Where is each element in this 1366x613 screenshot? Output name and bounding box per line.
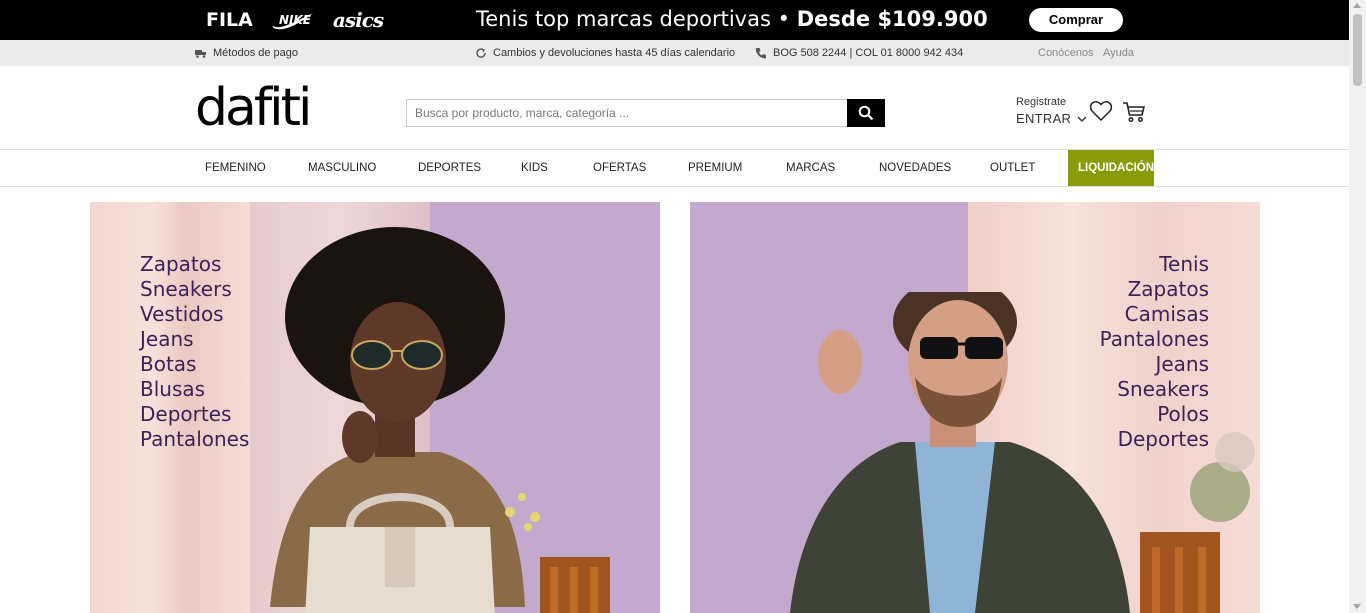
main-nav: FEMENINO MASCULINO DEPORTES KIDS OFERTAS… <box>0 150 1349 187</box>
men-category-zapatos[interactable]: Zapatos <box>1100 277 1209 302</box>
men-category-tenis[interactable]: Tenis <box>1100 252 1209 277</box>
wishlist-heart-icon[interactable] <box>1089 99 1113 123</box>
women-category-blusas[interactable]: Blusas <box>140 377 249 402</box>
nav-item-masculino[interactable]: MASCULINO <box>308 150 376 186</box>
phone-label: BOG 508 2244 | COL 01 8000 942 434 <box>773 47 964 59</box>
nike-swoosh-icon: NIKE <box>272 13 313 30</box>
fila-logo: FILA <box>206 9 253 31</box>
page-scrollbar[interactable] <box>1349 0 1366 613</box>
nav-item-liquidacion[interactable]: LIQUIDACIÓN <box>1068 150 1154 186</box>
chevron-down-icon <box>1077 116 1087 122</box>
nav-item-novedades[interactable]: NOVEDADES <box>879 150 951 186</box>
men-category-pantalones[interactable]: Pantalones <box>1100 327 1209 352</box>
nav-item-premium[interactable]: PREMIUM <box>688 150 742 186</box>
truck-icon <box>195 50 206 58</box>
nav-item-marcas[interactable]: MARCAS <box>786 150 835 186</box>
men-category-sneakers[interactable]: Sneakers <box>1100 377 1209 402</box>
women-category-deportes[interactable]: Deportes <box>140 402 249 427</box>
promo-banner[interactable]: FILA NIKE asics Tenis top marcas deporti… <box>0 0 1349 40</box>
search-button[interactable] <box>847 99 885 127</box>
promo-message: Tenis top marcas deportivas • Desde $109… <box>476 7 988 31</box>
about-link[interactable]: Conócenos <box>1038 47 1094 59</box>
men-category-list: Tenis Zapatos Camisas Pantalones Jeans S… <box>1100 252 1209 452</box>
svg-text:NIKE: NIKE <box>279 13 312 27</box>
women-hero-banner[interactable]: Zapatos Sneakers Vestidos Jeans Botas Bl… <box>90 202 660 613</box>
info-bar: Métodos de pago Cambios y devoluciones h… <box>0 40 1349 66</box>
nav-item-deportes[interactable]: DEPORTES <box>418 150 481 186</box>
returns-label: Cambios y devoluciones hasta 45 días cal… <box>493 47 736 59</box>
login-label: ENTRAR <box>1016 111 1072 126</box>
promo-message-text: Tenis top marcas deportivas • <box>476 7 790 31</box>
women-category-pantalones[interactable]: Pantalones <box>140 427 249 452</box>
men-category-jeans[interactable]: Jeans <box>1100 352 1209 377</box>
nav-item-ofertas[interactable]: OFERTAS <box>593 150 646 186</box>
men-category-polos[interactable]: Polos <box>1100 402 1209 427</box>
women-category-sneakers[interactable]: Sneakers <box>140 277 249 302</box>
nav-item-outlet[interactable]: OUTLET <box>990 150 1035 186</box>
search-input[interactable] <box>406 99 847 127</box>
payment-methods-link[interactable]: Métodos de pago <box>195 47 298 59</box>
scroll-down-arrow-icon[interactable] <box>1353 604 1361 609</box>
phone-info: BOG 508 2244 | COL 01 8000 942 434 <box>755 47 963 59</box>
promo-price: Desde $109.900 <box>796 7 988 31</box>
register-link[interactable]: Registrate <box>1016 96 1066 108</box>
shopping-cart-icon[interactable] <box>1122 101 1146 123</box>
login-dropdown[interactable]: ENTRAR <box>1016 111 1087 126</box>
men-category-deportes[interactable]: Deportes <box>1100 427 1209 452</box>
search-icon <box>858 105 874 121</box>
returns-link[interactable]: Cambios y devoluciones hasta 45 días cal… <box>475 47 735 59</box>
brand-logos: FILA NIKE asics <box>206 8 384 32</box>
nav-item-femenino[interactable]: FEMENINO <box>205 150 266 186</box>
women-category-zapatos[interactable]: Zapatos <box>140 252 249 277</box>
scrollbar-thumb[interactable] <box>1353 14 1362 86</box>
help-link[interactable]: Ayuda <box>1103 47 1134 59</box>
asics-logo: asics <box>332 8 384 32</box>
refresh-icon <box>476 48 486 58</box>
women-category-botas[interactable]: Botas <box>140 352 249 377</box>
women-category-vestidos[interactable]: Vestidos <box>140 302 249 327</box>
nav-item-kids[interactable]: KIDS <box>521 150 548 186</box>
men-hero-banner[interactable]: Tenis Zapatos Camisas Pantalones Jeans S… <box>690 202 1260 613</box>
scroll-up-arrow-icon[interactable] <box>1353 3 1361 8</box>
woman-model-image <box>270 227 610 613</box>
women-category-list: Zapatos Sneakers Vestidos Jeans Botas Bl… <box>140 252 249 452</box>
site-header: dafiti Registrate ENTRAR <box>0 66 1349 150</box>
men-category-camisas[interactable]: Camisas <box>1100 302 1209 327</box>
phone-icon <box>755 48 766 59</box>
women-category-jeans[interactable]: Jeans <box>140 327 249 352</box>
account-menu[interactable]: Registrate ENTRAR <box>1016 96 1087 126</box>
buy-button[interactable]: Comprar <box>1029 8 1123 32</box>
payment-methods-label: Métodos de pago <box>213 47 299 59</box>
dafiti-logo[interactable]: dafiti <box>195 80 312 136</box>
